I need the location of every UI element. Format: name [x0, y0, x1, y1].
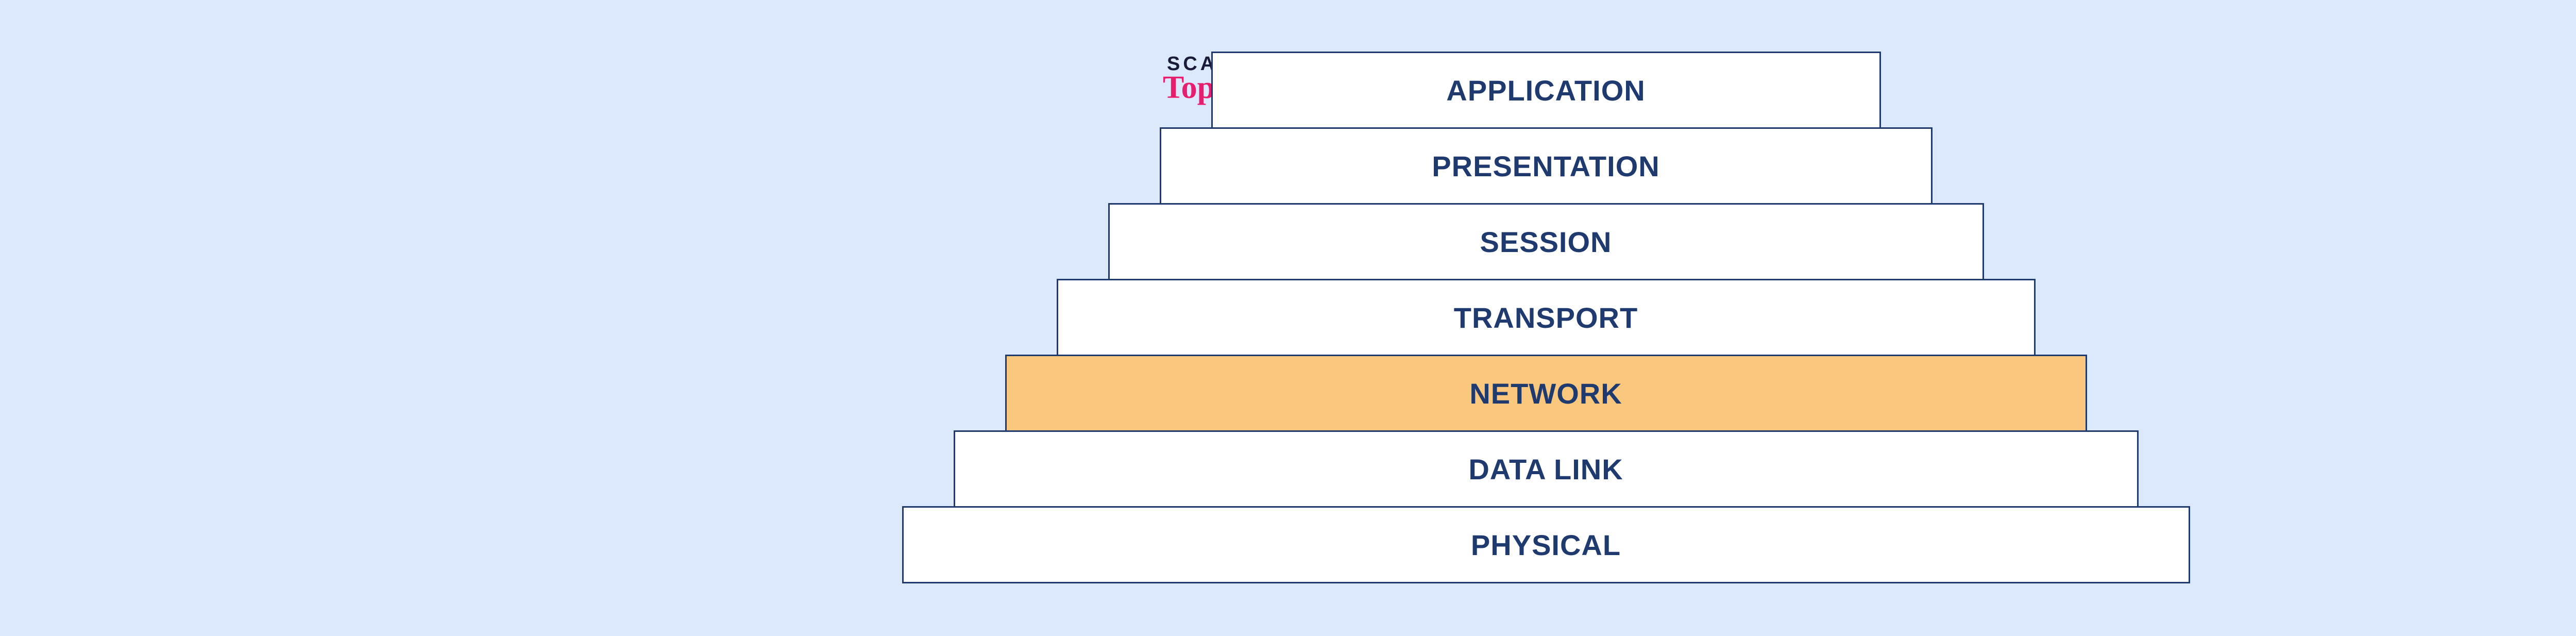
layer-label: NETWORK — [1469, 377, 1622, 410]
layer-label: APPLICATION — [1446, 74, 1645, 107]
layer-presentation: PRESENTATION — [1160, 127, 1933, 205]
layer-label: DATA LINK — [1468, 453, 1623, 486]
layer-label: PRESENTATION — [1432, 149, 1659, 183]
layer-physical: PHYSICAL — [902, 506, 2190, 583]
layer-session: SESSION — [1108, 203, 1984, 280]
layer-application: APPLICATION — [1211, 52, 1881, 129]
layer-label: TRANSPORT — [1454, 301, 1638, 334]
layer-data-link: DATA LINK — [954, 430, 2139, 508]
layer-label: PHYSICAL — [1471, 528, 1621, 562]
layer-label: SESSION — [1480, 225, 1612, 259]
osi-model-pyramid: APPLICATION PRESENTATION SESSION TRANSPO… — [902, 52, 2190, 583]
layer-network: NETWORK — [1005, 355, 2087, 432]
layer-transport: TRANSPORT — [1057, 279, 2036, 356]
